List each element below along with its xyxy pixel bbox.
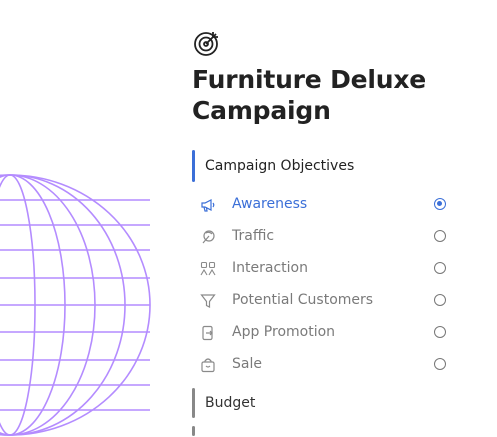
globe-illustration <box>0 174 151 436</box>
objective-option-traffic[interactable]: Traffic <box>192 220 462 252</box>
title-line-2: Campaign <box>192 96 331 125</box>
section-label: Budget <box>205 395 256 411</box>
shopping-bag-icon <box>201 358 215 373</box>
section-budget[interactable]: Budget <box>192 388 462 418</box>
objective-label: Interaction <box>232 260 308 276</box>
section-bar <box>192 388 195 418</box>
objective-options: Awareness Traffic Interaction Potential … <box>192 188 462 380</box>
objective-option-sale[interactable]: Sale <box>192 348 462 380</box>
objective-label: Sale <box>232 356 262 372</box>
title-line-1: Furniture Deluxe <box>192 65 427 94</box>
objective-label: Potential Customers <box>232 292 374 308</box>
people-icon <box>200 261 216 276</box>
objective-label: Awareness <box>232 196 308 212</box>
page-title: Furniture Deluxe Campaign <box>192 64 462 126</box>
target-icon <box>194 32 218 56</box>
radio-button[interactable] <box>434 358 446 370</box>
section-label: Campaign Objectives <box>205 158 355 174</box>
radio-button-selected[interactable] <box>434 198 446 210</box>
section-active-bar <box>192 150 195 182</box>
radio-button[interactable] <box>434 326 446 338</box>
objective-option-app-promotion[interactable]: App Promotion <box>192 316 462 348</box>
objective-option-potential-customers[interactable]: Potential Customers <box>192 284 462 316</box>
objective-option-interaction[interactable]: Interaction <box>192 252 462 284</box>
megaphone-icon <box>201 199 215 212</box>
objective-label: Traffic <box>232 228 275 244</box>
objective-label: App Promotion <box>232 324 336 340</box>
next-section-bar <box>192 426 195 436</box>
radio-button[interactable] <box>434 262 446 274</box>
radio-button[interactable] <box>434 294 446 306</box>
cursor-icon <box>202 230 215 244</box>
filter-icon <box>200 294 216 308</box>
phone-icon <box>202 325 213 341</box>
campaign-panel: Furniture Deluxe Campaign Campaign Objec… <box>192 28 462 436</box>
objective-option-awareness[interactable]: Awareness <box>192 188 462 220</box>
section-campaign-objectives[interactable]: Campaign Objectives <box>192 150 462 182</box>
radio-button[interactable] <box>434 230 446 242</box>
